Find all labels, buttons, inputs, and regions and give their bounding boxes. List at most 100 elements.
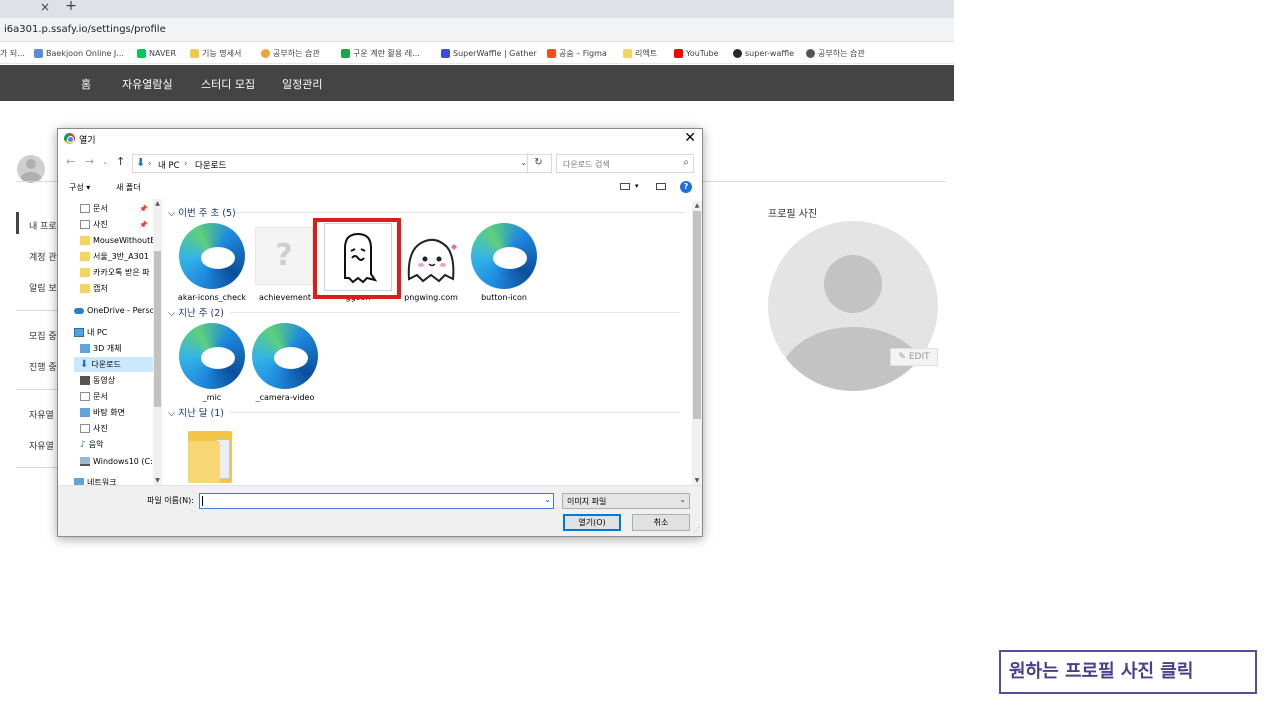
nav-reading-room[interactable]: 자유열람실	[122, 76, 173, 92]
file-item[interactable]: _camera-video	[249, 321, 321, 411]
nav-pane-item[interactable]: 내 PC	[74, 325, 154, 340]
hand-icon	[190, 48, 199, 58]
pencil-icon: ✎	[898, 352, 906, 362]
view-options-icon[interactable]	[620, 183, 630, 190]
forward-arrow-icon[interactable]: →	[85, 156, 94, 168]
menu-account[interactable]: 계정 관	[29, 250, 57, 263]
nav-pane-item[interactable]: MouseWithoutB	[80, 233, 154, 248]
recent-locations-icon[interactable]: ⌄	[102, 156, 109, 168]
scrollbar-thumb[interactable]	[693, 211, 701, 419]
menu-reading-room-2[interactable]: 자유열	[29, 439, 54, 452]
filename-input[interactable]: ⌄	[199, 493, 554, 509]
edit-photo-button[interactable]: ✎ EDIT	[890, 348, 938, 366]
open-button[interactable]: 열기(O)	[563, 514, 621, 531]
nav-pane-item[interactable]: OneDrive - Person	[74, 303, 154, 318]
bookmark-item[interactable]: SuperWaffle | Gather	[441, 46, 537, 60]
chevron-down-icon[interactable]: ⌄	[544, 495, 551, 504]
file-item[interactable]: akar-icons_check	[176, 221, 248, 311]
menu-my-profile[interactable]: 내 프로	[29, 219, 57, 232]
chevron-down-icon: ⌵	[168, 208, 179, 219]
nav-pane-item[interactable]: 서울_3반_A301	[80, 249, 154, 264]
nav-pane-scrollbar[interactable]: ▲ ▼	[153, 199, 162, 485]
menu-in-progress[interactable]: 진행 중	[29, 360, 57, 373]
close-icon[interactable]: ✕	[684, 130, 696, 146]
nav-pane-item[interactable]: 네트워크	[74, 475, 154, 485]
menu-recruiting[interactable]: 모집 중	[29, 329, 57, 342]
bookmark-item[interactable]: 공부하는 습관	[261, 46, 320, 60]
bookmark-item[interactable]: Baekjoon Online J...	[34, 46, 124, 60]
file-item[interactable]: ? achievement	[249, 221, 321, 311]
back-arrow-icon[interactable]: ←	[66, 156, 75, 168]
nav-pane-item[interactable]: 문서 📌	[80, 201, 152, 216]
file-item[interactable]: pngwing.com	[395, 221, 467, 311]
nav-pane-item[interactable]: 사진	[80, 421, 154, 436]
site-nav: 홈 자유열람실 스터디 모집 일정관리	[0, 65, 954, 101]
browser-tabstrip: × +	[0, 0, 954, 18]
path-separator: ›	[148, 159, 152, 169]
file-item-folder[interactable]	[176, 421, 248, 485]
scroll-up-icon[interactable]: ▲	[153, 200, 162, 207]
nav-home[interactable]: 홈	[81, 76, 91, 92]
scroll-down-icon[interactable]: ▼	[153, 477, 162, 484]
refresh-icon[interactable]: ↻	[527, 154, 549, 173]
scroll-down-icon[interactable]: ▼	[692, 477, 702, 484]
nav-pane-item-selected[interactable]: ⬇ 다운로드	[74, 357, 154, 372]
up-arrow-icon[interactable]: ↑	[116, 156, 125, 168]
group-header[interactable]: ⌵ 지난 달 (1)	[168, 405, 224, 419]
nav-pane-item[interactable]: 동영상	[80, 373, 154, 388]
nav-pane-item[interactable]: Windows10 (C:)	[80, 454, 154, 469]
chevron-down-icon[interactable]: ▾	[635, 182, 639, 190]
help-icon[interactable]: ?	[680, 181, 692, 193]
profile-photo-label: 프로필 사진	[768, 209, 818, 220]
bookmark-item[interactable]: NAVER	[137, 46, 176, 60]
file-type-select[interactable]: 이미지 파일 ⌄	[562, 493, 690, 509]
nav-pane-item[interactable]: 카카오톡 받은 파	[80, 265, 154, 280]
bookmark-item[interactable]: 구운 계란 활용 레...	[341, 46, 420, 60]
cancel-button[interactable]: 취소	[632, 514, 690, 531]
path-segment-downloads[interactable]: 다운로드	[195, 159, 226, 171]
figma-icon	[547, 48, 556, 58]
organize-button[interactable]: 구성 ▾	[69, 182, 90, 193]
resize-grip-icon[interactable]: ⋰	[693, 526, 700, 534]
nav-study-recruit[interactable]: 스터디 모집	[201, 76, 255, 92]
pin-icon: 📌	[139, 220, 148, 229]
path-segment-pc[interactable]: 내 PC	[158, 159, 180, 171]
command-bar: 구성 ▾ 새 폴더 ▾ ?	[58, 178, 702, 198]
group-header[interactable]: ⌵ 이번 주 초 (5)	[168, 205, 236, 219]
sheet-icon	[341, 48, 350, 58]
address-bar[interactable]: i6a301.p.ssafy.io/settings/profile	[0, 18, 954, 42]
chevron-down-icon[interactable]: ⌄	[520, 158, 527, 167]
nav-pane-item[interactable]: 문서	[80, 389, 154, 404]
bookmark-item[interactable]: 가 되...	[0, 46, 25, 60]
menu-reading-room-1[interactable]: 자유열	[29, 408, 54, 421]
search-input[interactable]: 다운로드 검색 ⌕	[556, 154, 694, 173]
file-item[interactable]: button-icon	[468, 221, 540, 311]
new-tab-button[interactable]: +	[64, 0, 78, 16]
3d-objects-icon	[80, 344, 90, 353]
tab-close-button[interactable]: ×	[38, 0, 52, 16]
bookmark-item[interactable]: 리엑트	[623, 46, 657, 60]
instruction-caption: 원하는 프로필 사진 클릭	[999, 650, 1257, 694]
bookmark-item[interactable]: 공부하는 습관	[806, 46, 865, 60]
nav-pane-item[interactable]: 3D 개체	[80, 341, 154, 356]
document-icon	[80, 204, 90, 213]
group-header[interactable]: ⌵ 지난 주 (2)	[168, 305, 224, 319]
preview-pane-icon[interactable]	[656, 183, 666, 190]
url-text[interactable]: i6a301.p.ssafy.io/settings/profile	[4, 24, 166, 35]
scrollbar-thumb[interactable]	[154, 251, 161, 407]
nav-pane-item[interactable]: ♪ 음악	[80, 437, 154, 452]
file-item[interactable]: _mic	[176, 321, 248, 411]
bookmark-item[interactable]: super-waffle	[733, 46, 794, 60]
nav-schedule[interactable]: 일정관리	[282, 76, 322, 92]
menu-notifications[interactable]: 알림 보	[29, 281, 57, 294]
bookmark-item[interactable]: YouTube	[674, 46, 719, 60]
bookmark-item[interactable]: 기능 명세서	[190, 46, 241, 60]
bookmark-item[interactable]: 공숨 – Figma	[547, 46, 607, 60]
nav-pane-item[interactable]: 캡처	[80, 281, 154, 296]
nav-pane-item[interactable]: 바탕 화면	[80, 405, 154, 420]
file-list-scrollbar[interactable]: ▲ ▼	[692, 201, 702, 485]
path-bar[interactable]: ⬇ › 내 PC › 다운로드 ⌄	[132, 154, 552, 173]
new-folder-button[interactable]: 새 폴더	[116, 182, 141, 193]
nav-pane-item[interactable]: 사진 📌	[80, 217, 152, 232]
scroll-up-icon[interactable]: ▲	[692, 202, 702, 209]
